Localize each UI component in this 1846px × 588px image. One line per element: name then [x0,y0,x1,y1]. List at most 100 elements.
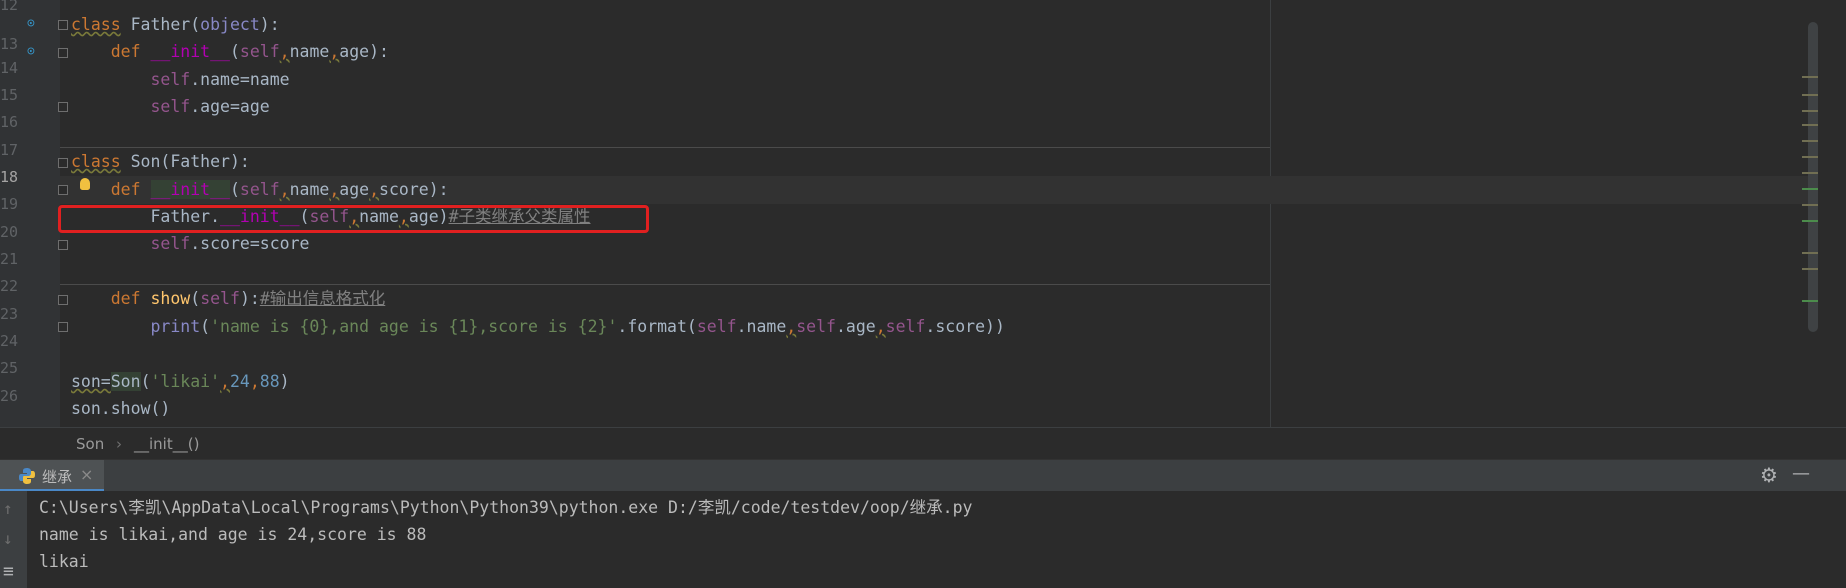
class-name: Father [130,15,191,34]
scroll-up-icon[interactable]: ↑ [3,499,13,518]
code-line-15[interactable]: self.age=age [71,93,270,121]
breadcrumb-item-son[interactable]: Son [76,435,104,453]
comma: , [279,180,290,199]
fold-marker[interactable] [58,102,68,112]
code-line-23[interactable]: print('name is {0},and age is {1},score … [71,313,1004,341]
comma: , [329,180,340,199]
line-number: 26 [0,387,19,405]
fold-marker[interactable] [58,20,68,30]
base-class: object [200,15,260,34]
code-line-12[interactable]: class Father(object): [71,11,280,39]
gear-icon[interactable]: ⚙ [1760,463,1778,487]
line-number: 18 [0,168,19,186]
method-name: __init__ [150,42,230,61]
console-line: C:\Users\李凯\AppData\Local\Programs\Pytho… [39,498,973,517]
variable: son= [71,372,111,391]
comma: , [875,317,886,336]
python-icon [19,468,35,484]
console-line: likai [39,552,89,571]
code-line-22[interactable]: def show(self):#输出信息格式化 [71,285,386,313]
comma: , [279,42,290,61]
statement: .age=age [190,97,270,116]
close-icon[interactable]: × [80,465,93,484]
soft-wrap-icon[interactable]: ≡ [3,561,14,582]
self-param: self [239,180,280,199]
run-tab[interactable]: 继承 × [0,460,104,492]
comma: , [786,317,797,336]
scroll-marker [1802,94,1818,96]
minimize-icon[interactable]: — [1792,463,1810,484]
scroll-marker [1802,220,1818,222]
keyword: class [71,152,121,171]
code-line-18[interactable]: def __init__(self,name,age,score): [71,176,449,204]
fold-marker[interactable] [58,185,68,195]
override-gutter-icon[interactable]: ⊙ [27,45,39,58]
keyword: def [110,180,141,199]
paren: ( [140,372,151,391]
breadcrumb-item-init[interactable]: __init__() [134,435,199,453]
paren: ) [279,372,290,391]
override-gutter-icon[interactable]: ⊙ [27,17,39,30]
scroll-marker [1802,252,1818,254]
breadcrumb: Son › __init__() [0,427,1846,460]
number-literal: 24 [229,372,250,391]
param: age [339,180,370,199]
code-line-26[interactable]: son.show() [71,395,170,423]
attr: .name [736,317,787,336]
scroll-down-icon[interactable]: ↓ [3,529,13,548]
line-gutter: 12 13 14 15 16 17 18 19 20 21 22 23 24 2… [0,0,60,427]
line-number: 22 [0,277,19,295]
highlight-annotation-box [58,205,649,233]
fold-marker[interactable] [58,48,68,58]
run-tab-label: 继承 [42,468,73,486]
paren: ): [428,180,449,199]
attr: .score [925,317,986,336]
code-line-17[interactable]: class Son(Father): [71,148,250,176]
code-line-14[interactable]: self.name=name [71,66,290,94]
scroll-marker [1802,300,1818,302]
code-line-25[interactable]: son=Son('likai',24,88) [71,368,290,396]
string-literal: 'name is {0},and age is {1},score is {2}… [210,317,618,336]
self-ref: self [150,97,191,116]
self-ref: self [796,317,836,336]
paren: ( [190,289,201,308]
code-line-20[interactable]: self.score=score [71,230,309,258]
line-number: 19 [0,195,19,213]
fold-marker[interactable] [58,295,68,305]
scroll-marker [1802,76,1818,78]
statement: son.show() [71,399,171,418]
method-name: __init__ [150,180,230,199]
scroll-marker [1802,188,1818,190]
fold-marker[interactable] [58,158,68,168]
console-output[interactable]: ↑ ↓ ≡ C:\Users\李凯\AppData\Local\Programs… [0,491,1846,588]
right-margin-guide [1270,0,1271,427]
comma: , [220,372,230,391]
class-ref: Son [110,372,141,391]
class-name: Son [130,152,161,171]
code-line-13[interactable]: def __init__(self,name,age): [71,38,389,66]
comma: , [249,372,260,391]
scroll-marker [1802,124,1818,126]
statement: .name=name [190,70,290,89]
vertical-scrollbar[interactable] [1808,22,1818,332]
line-number: 25 [0,359,19,377]
self-ref: self [150,70,191,89]
param: name [289,180,330,199]
string-literal: 'likai' [150,372,221,391]
statement: (Father): [160,152,250,171]
number-literal: 88 [259,372,280,391]
line-number: 17 [0,141,19,159]
self-ref: self [696,317,737,336]
breadcrumb-separator: › [116,435,122,453]
fold-marker[interactable] [58,240,68,250]
scroll-marker [1802,156,1818,158]
keyword: def [110,289,141,308]
scroll-marker [1802,172,1818,174]
fold-marker[interactable] [58,322,68,332]
self-ref: self [885,317,926,336]
code-editor[interactable]: 12 13 14 15 16 17 18 19 20 21 22 23 24 2… [0,0,1846,427]
line-number: 24 [0,332,19,350]
scroll-marker [1802,110,1818,112]
line-number: 15 [0,86,19,104]
paren: ( [200,317,211,336]
